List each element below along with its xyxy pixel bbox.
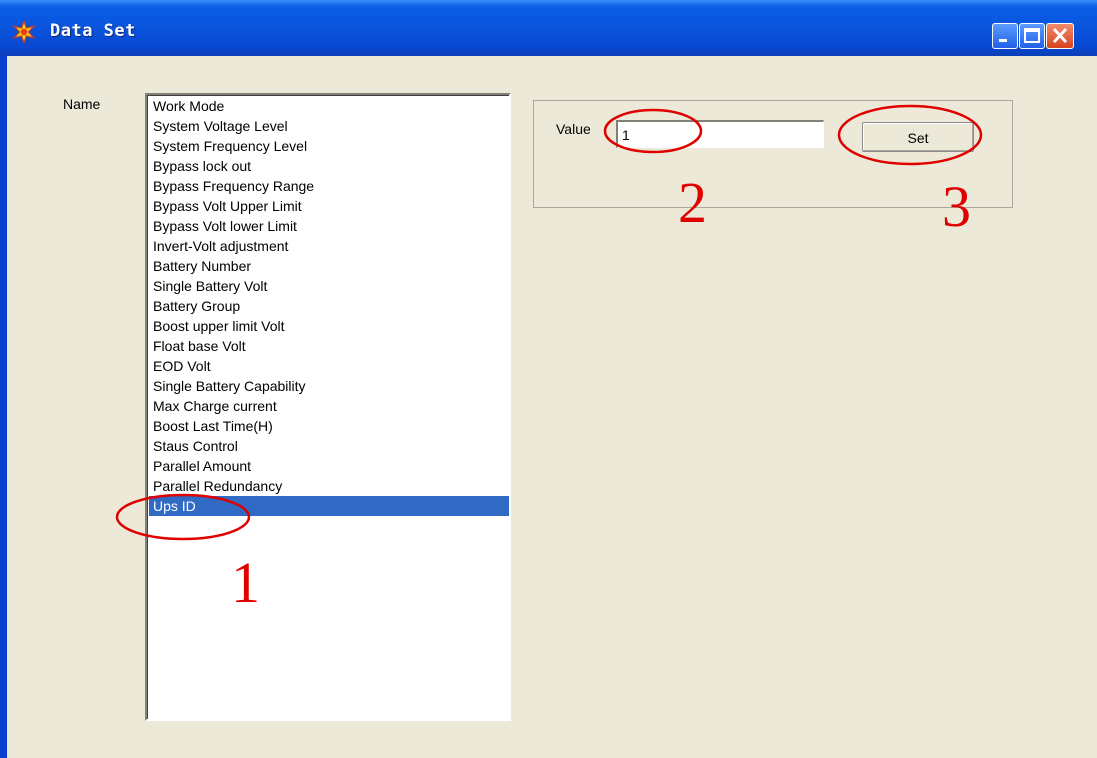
list-item[interactable]: Bypass lock out	[149, 156, 509, 176]
list-item[interactable]: EOD Volt	[149, 356, 509, 376]
value-input[interactable]	[616, 120, 824, 148]
value-groupbox	[533, 100, 1013, 208]
name-listbox[interactable]: Work Mode System Voltage Level System Fr…	[145, 93, 511, 721]
list-item[interactable]: Boost Last Time(H)	[149, 416, 509, 436]
title-bar[interactable]: Data Set	[0, 0, 1097, 56]
set-button[interactable]: Set	[862, 122, 974, 152]
name-label: Name	[63, 96, 101, 112]
list-item[interactable]: Parallel Redundancy	[149, 476, 509, 496]
maximize-button[interactable]	[1019, 23, 1045, 49]
annotation-number-1: 1	[231, 550, 260, 615]
app-star-icon	[12, 20, 36, 44]
value-label: Value	[556, 121, 591, 137]
list-item[interactable]: Bypass Volt lower Limit	[149, 216, 509, 236]
annotation-number-3: 3	[942, 174, 971, 239]
list-item[interactable]: Parallel Amount	[149, 456, 509, 476]
data-set-window: Data Set Name Work Mode System Voltage L…	[0, 0, 1097, 758]
list-item[interactable]: System Voltage Level	[149, 116, 509, 136]
annotation-number-2: 2	[678, 170, 707, 235]
maximize-icon	[1024, 28, 1040, 43]
list-item-selected[interactable]: Ups ID	[149, 496, 509, 516]
list-item[interactable]: Single Battery Capability	[149, 376, 509, 396]
list-item[interactable]: Float base Volt	[149, 336, 509, 356]
list-item[interactable]: Single Battery Volt	[149, 276, 509, 296]
list-item[interactable]: Staus Control	[149, 436, 509, 456]
list-item[interactable]: Battery Group	[149, 296, 509, 316]
window-title: Data Set	[50, 21, 136, 41]
list-item[interactable]: Max Charge current	[149, 396, 509, 416]
client-area: Name Work Mode System Voltage Level Syst…	[7, 56, 1097, 758]
minimize-button[interactable]	[992, 23, 1018, 49]
list-item[interactable]: Invert-Volt adjustment	[149, 236, 509, 256]
list-item[interactable]: Boost upper limit Volt	[149, 316, 509, 336]
close-icon	[1052, 27, 1068, 44]
list-item[interactable]: Battery Number	[149, 256, 509, 276]
list-item[interactable]: System Frequency Level	[149, 136, 509, 156]
minimize-icon	[999, 39, 1007, 42]
list-item[interactable]: Work Mode	[149, 96, 509, 116]
list-item[interactable]: Bypass Frequency Range	[149, 176, 509, 196]
list-item[interactable]: Bypass Volt Upper Limit	[149, 196, 509, 216]
close-button[interactable]	[1046, 23, 1074, 49]
